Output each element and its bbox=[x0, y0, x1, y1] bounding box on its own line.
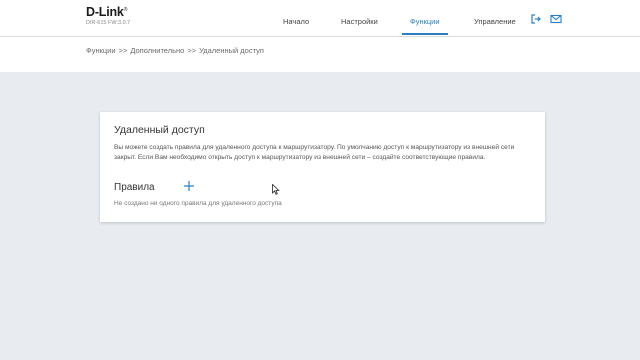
logo-text: D-Link bbox=[86, 5, 124, 19]
dlink-logo: D-Link® bbox=[86, 5, 127, 19]
breadcrumb-advanced[interactable]: Дополнительно bbox=[130, 46, 184, 55]
page-title: Удаленный доступ bbox=[114, 124, 205, 136]
nav-functions[interactable]: Функции bbox=[410, 0, 440, 36]
breadcrumb-remote-access: Удаленный доступ bbox=[199, 46, 264, 55]
mouse-cursor-icon bbox=[272, 182, 280, 195]
breadcrumb-functions[interactable]: Функции bbox=[86, 46, 116, 55]
nav-management[interactable]: Управление bbox=[474, 0, 516, 36]
nav-active-indicator bbox=[402, 33, 448, 35]
rules-section-title: Правила bbox=[114, 182, 155, 193]
breadcrumb-separator: >> bbox=[118, 46, 128, 55]
mail-icon[interactable] bbox=[550, 12, 562, 24]
page-description: Вы можете создать правила для удаленного… bbox=[114, 144, 515, 161]
logout-icon[interactable] bbox=[530, 12, 542, 24]
breadcrumb: Функции >> Дополнительно >> Удаленный доступ bbox=[86, 46, 264, 55]
firmware-version: DIR-615 FW:3.0.7 bbox=[86, 20, 131, 26]
breadcrumb-separator: >> bbox=[187, 46, 197, 55]
logo-registered-mark: ® bbox=[123, 6, 128, 13]
nav-home[interactable]: Начало bbox=[283, 0, 309, 36]
plus-icon bbox=[184, 181, 194, 191]
top-bar: D-Link® DIR-615 FW:3.0.7 Начало Настройк… bbox=[0, 0, 640, 37]
empty-rules-note: Не создано ни одного правила для удаленн… bbox=[114, 200, 282, 207]
nav-settings[interactable]: Настройки bbox=[341, 0, 378, 36]
remote-access-card: Удаленный доступ Вы можете создать прави… bbox=[100, 112, 545, 222]
add-rule-button[interactable] bbox=[182, 179, 196, 193]
